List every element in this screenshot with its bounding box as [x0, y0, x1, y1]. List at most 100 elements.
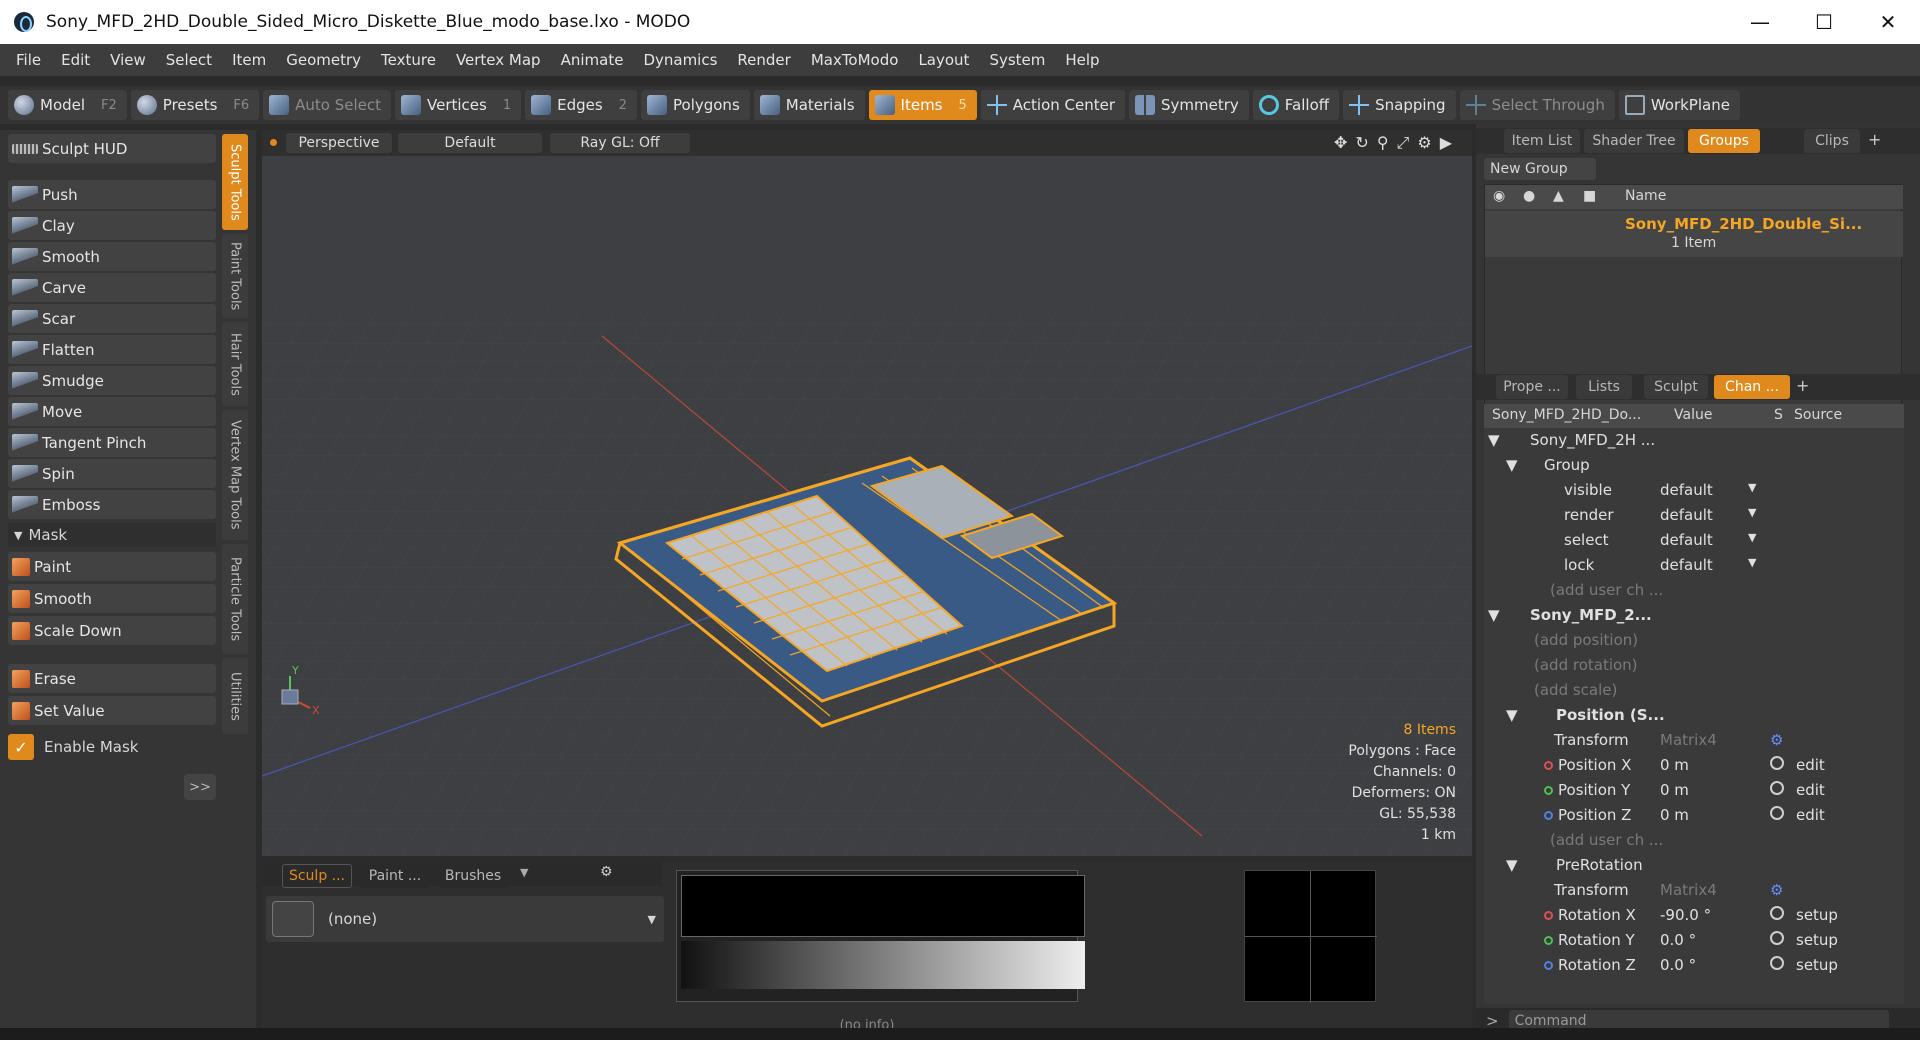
render-icon[interactable]: ●	[1523, 188, 1535, 204]
menu-animate[interactable]: Animate	[551, 51, 634, 69]
tool-flatten[interactable]: Flatten	[8, 335, 216, 364]
rotate-icon[interactable]: ↻	[1355, 133, 1368, 153]
tab-clips[interactable]: Clips	[1804, 129, 1860, 153]
tool-scar[interactable]: Scar	[8, 304, 216, 333]
tab-brushes[interactable]: Brushes	[438, 864, 508, 888]
action-center-button[interactable]: Action Center	[980, 90, 1126, 120]
items-button[interactable]: Items 5	[868, 90, 977, 120]
set-value-button[interactable]: Set Value	[8, 696, 216, 725]
presets-button[interactable]: Presets F6	[130, 90, 260, 120]
tool-tangent-pinch[interactable]: Tangent Pinch	[8, 428, 216, 457]
menu-render[interactable]: Render	[727, 51, 800, 69]
visibility-eye-icon[interactable]: ◉	[1493, 188, 1505, 204]
tool-push[interactable]: Push	[8, 180, 216, 209]
menu-help[interactable]: Help	[1055, 51, 1109, 69]
channel-row[interactable]: select default ▼	[1484, 528, 1904, 553]
channel-row[interactable]: (add scale)	[1484, 678, 1904, 703]
model-button[interactable]: Model F2	[8, 90, 127, 120]
tab-item-list[interactable]: Item List	[1504, 129, 1580, 153]
tab-lists[interactable]: Lists	[1576, 375, 1632, 399]
channel-row[interactable]: (add user ch ...	[1484, 828, 1904, 853]
channel-row[interactable]: ▼ Sony_MFD_2...	[1484, 603, 1904, 628]
channel-row[interactable]: ▼ PreRotation	[1484, 853, 1904, 878]
channel-row[interactable]: Transform Matrix4 ⚙	[1484, 728, 1904, 753]
tab-sculpt-tools[interactable]: Sculpt Tools	[222, 134, 248, 230]
3d-viewport[interactable]: Perspective Default Ray GL: Off ✥ ↻ ⚲ ⤢ …	[262, 130, 1472, 856]
tool-smooth[interactable]: Smooth	[8, 242, 216, 271]
tab-channels[interactable]: Chan ...	[1714, 375, 1790, 399]
close-button[interactable]: ✕	[1856, 0, 1920, 44]
tool-emboss[interactable]: Emboss	[8, 490, 216, 519]
tab-groups[interactable]: Groups	[1688, 129, 1760, 153]
lock-icon[interactable]: ▲	[1553, 188, 1564, 204]
mask-smooth-button[interactable]: Smooth	[8, 584, 216, 613]
channel-row[interactable]: Rotation Z 0.0 ° setup	[1484, 953, 1904, 978]
select-icon[interactable]: ■	[1583, 188, 1596, 204]
polygons-button[interactable]: Polygons	[641, 90, 750, 120]
falloff-button[interactable]: Falloff	[1252, 90, 1340, 120]
channel-row[interactable]: Position Z0 m edit	[1484, 803, 1904, 828]
menu-item[interactable]: Item	[222, 51, 276, 69]
tab-shader-tree[interactable]: Shader Tree	[1584, 129, 1684, 153]
tab-paint-tools[interactable]: Paint Tools	[222, 234, 248, 318]
maximize-view-icon[interactable]: ⤢	[1397, 133, 1410, 153]
tool-carve[interactable]: Carve	[8, 273, 216, 302]
menu-geometry[interactable]: Geometry	[276, 51, 371, 69]
tab-particle-tools[interactable]: Particle Tools	[222, 544, 248, 654]
add-channel-tab-icon[interactable]: +	[1796, 376, 1809, 395]
brush-dropdown-arrow-icon[interactable]: ▼	[520, 866, 528, 879]
minimize-button[interactable]: —	[1728, 0, 1792, 44]
auto-select-button[interactable]: Auto Select	[263, 90, 392, 120]
menu-vertex-map[interactable]: Vertex Map	[446, 51, 551, 69]
mask-paint-button[interactable]: Paint	[8, 552, 216, 581]
materials-button[interactable]: Materials	[753, 90, 865, 120]
tab-hair-tools[interactable]: Hair Tools	[222, 322, 248, 406]
brush-panel-settings-icon[interactable]: ⚙	[600, 864, 613, 880]
menu-view[interactable]: View	[100, 51, 156, 69]
tab-utilities[interactable]: Utilities	[222, 658, 248, 734]
channel-row[interactable]: Rotation Y 0.0 ° setup	[1484, 928, 1904, 953]
raygl-toggle[interactable]: Ray GL: Off	[550, 133, 690, 153]
menu-layout[interactable]: Layout	[908, 51, 979, 69]
add-tab-icon[interactable]: +	[1868, 130, 1881, 149]
channel-row[interactable]: Position Y0 m edit	[1484, 778, 1904, 803]
channel-row[interactable]: (add user ch ...	[1484, 578, 1904, 603]
brush-preset-selector[interactable]: (none) ▼	[266, 896, 664, 942]
symmetry-button[interactable]: Symmetry	[1129, 90, 1249, 120]
menu-file[interactable]: File	[6, 51, 51, 69]
channel-row[interactable]: ▼ Group	[1484, 453, 1904, 478]
tab-sculpt[interactable]: Sculp ...	[282, 864, 352, 888]
enable-mask-toggle[interactable]: ✓ Enable Mask	[8, 732, 216, 762]
workplane-button[interactable]: WorkPlane	[1618, 90, 1740, 120]
channel-row[interactable]: Position X0 m edit	[1484, 753, 1904, 778]
erase-button[interactable]: Erase	[8, 664, 216, 693]
sculpt-hud-button[interactable]: Sculpt HUD	[8, 134, 216, 163]
tab-paint[interactable]: Paint ...	[360, 864, 430, 888]
tool-clay[interactable]: Clay	[8, 211, 216, 240]
menu-select[interactable]: Select	[156, 51, 222, 69]
menu-maxtomodo[interactable]: MaxToModo	[801, 51, 909, 69]
channel-row[interactable]: (add position)	[1484, 628, 1904, 653]
channel-row[interactable]: Transform Matrix4 ⚙	[1484, 878, 1904, 903]
tab-vertex-map-tools[interactable]: Vertex Map Tools	[222, 410, 248, 540]
expand-button[interactable]: >>	[184, 774, 216, 800]
vertices-button[interactable]: Vertices 1	[395, 90, 522, 120]
tab-properties[interactable]: Prope ...	[1496, 375, 1568, 399]
shading-dropdown[interactable]: Default	[398, 133, 542, 153]
group-row[interactable]: Sony_MFD_2HD_Double_Si... 1 Item	[1485, 211, 1903, 257]
new-group-button[interactable]: New Group	[1484, 158, 1596, 180]
tab-sculpt-props[interactable]: Sculpt	[1644, 375, 1708, 399]
maximize-button[interactable]: ☐	[1792, 0, 1856, 44]
tool-smudge[interactable]: Smudge	[8, 366, 216, 395]
select-through-button[interactable]: Select Through	[1459, 90, 1615, 120]
channel-row[interactable]: (add rotation)	[1484, 653, 1904, 678]
snapping-button[interactable]: Snapping	[1343, 90, 1456, 120]
channel-row[interactable]: ▼ Position (S...	[1484, 703, 1904, 728]
viewport-settings-icon[interactable]: ⚙	[1417, 133, 1431, 153]
channel-row[interactable]: lock default ▼	[1484, 553, 1904, 578]
channel-row[interactable]: visible default ▼	[1484, 478, 1904, 503]
view-type-dropdown[interactable]: Perspective	[286, 133, 392, 153]
channel-row[interactable]: Rotation X -90.0 ° setup	[1484, 903, 1904, 928]
tool-move[interactable]: Move	[8, 397, 216, 426]
pan-icon[interactable]: ✥	[1334, 133, 1347, 153]
